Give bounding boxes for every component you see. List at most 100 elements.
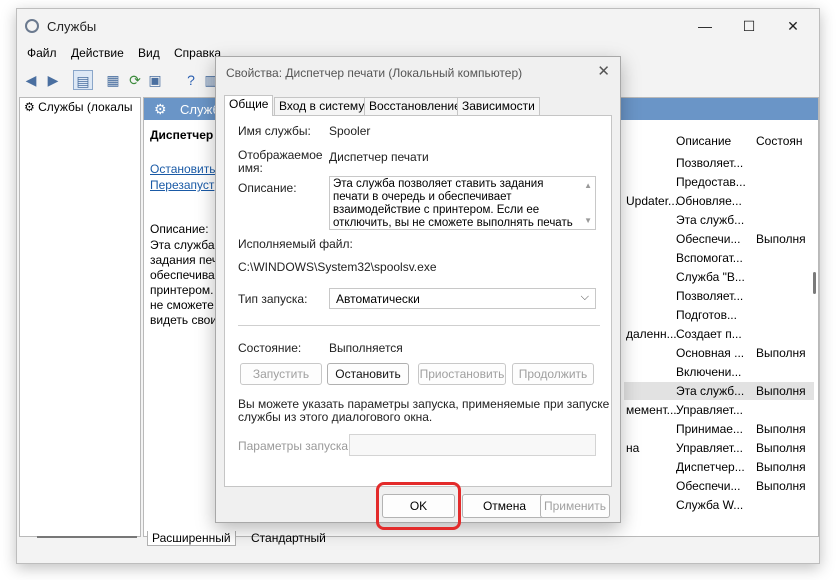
table-row[interactable]: Включени...	[624, 363, 814, 381]
close-button[interactable]: ✕	[771, 9, 815, 43]
tab-general[interactable]: Общие	[224, 95, 274, 116]
cell-description: Эта служб...	[676, 384, 745, 398]
back-icon[interactable]: ◀	[21, 70, 41, 90]
minimize-button[interactable]: —	[683, 9, 727, 43]
tab-recovery[interactable]: Восстановление	[364, 97, 466, 116]
tab-standard[interactable]: Стандартный	[247, 531, 330, 545]
cell-description: Обновляе...	[676, 194, 742, 208]
cell-name: Updater...	[626, 194, 679, 208]
help-icon[interactable]: ?	[181, 70, 201, 90]
table-row[interactable]: Updater... Обновляе...	[624, 192, 814, 210]
pause-button[interactable]: Приостановить	[418, 363, 506, 385]
refresh-icon[interactable]: ⟳	[125, 70, 145, 90]
scroll-up-icon[interactable]: ▲	[584, 179, 592, 192]
cell-description: Служба W...	[676, 498, 744, 512]
cell-description: Управляет...	[676, 441, 743, 455]
table-row[interactable]: Обеспечи... Выполня	[624, 230, 814, 248]
startup-params-hint-cont: службы из этого диалогового окна.	[238, 410, 433, 424]
description-textbox[interactable]: Эта служба позволяет ставить задания печ…	[329, 176, 596, 230]
table-row[interactable]: Эта служб...	[624, 211, 814, 229]
tab-logon[interactable]: Вход в систему	[274, 97, 370, 116]
dialog-description-label: Описание:	[238, 181, 297, 195]
display-name-value: Диспетчер печати	[329, 150, 429, 164]
close-icon[interactable]: ✕	[597, 62, 610, 80]
table-row[interactable]: Принимае... Выполня	[624, 420, 814, 438]
cancel-button[interactable]: Отмена	[462, 494, 547, 518]
table-row[interactable]: Подготов...	[624, 306, 814, 324]
vertical-scrollbar[interactable]	[813, 272, 816, 294]
apply-button[interactable]: Применить	[540, 494, 610, 518]
menu-action[interactable]: Действие	[71, 46, 124, 60]
table-row[interactable]: Вспомогат...	[624, 249, 814, 267]
table-row[interactable]: Позволяет...	[624, 287, 814, 305]
table-row[interactable]: Позволяет...	[624, 154, 814, 172]
description-text: Эта служба позволяет ставить задания печ…	[333, 178, 573, 229]
cell-name: на	[626, 441, 640, 455]
startup-params-hint: Вы можете указать параметры запуска, при…	[238, 397, 610, 411]
cell-status: Выполня	[756, 479, 806, 493]
exec-file-label: Исполняемый файл:	[238, 237, 353, 251]
exec-file-path: C:\WINDOWS\System32\spoolsv.exe	[238, 260, 437, 274]
start-button[interactable]: Запустить	[240, 363, 322, 385]
startup-params-input[interactable]	[349, 434, 596, 456]
cell-description: Позволяет...	[676, 289, 744, 303]
table-row[interactable]: Обеспечи... Выполня	[624, 477, 814, 495]
table-row[interactable]: Предостав...	[624, 173, 814, 191]
table-row[interactable]: Служба W...	[624, 496, 814, 514]
cell-description: Основная ...	[676, 346, 745, 360]
description-line: обеспечивае	[150, 268, 222, 282]
startup-type-label: Тип запуска:	[238, 292, 308, 306]
resume-button[interactable]: Продолжить	[512, 363, 594, 385]
cell-description: Эта служб...	[676, 213, 745, 227]
console-tree: ⚙ Службы (локалы	[19, 97, 141, 537]
state-label: Состояние:	[238, 341, 302, 355]
divider	[238, 325, 600, 326]
stop-service-link[interactable]: Остановить	[150, 162, 216, 176]
service-display-name: Диспетчер п	[150, 128, 224, 142]
startup-params-label: Параметры запуска:	[238, 439, 352, 453]
tab-dependencies[interactable]: Зависимости	[457, 97, 540, 116]
ok-button[interactable]: OK	[382, 494, 455, 518]
startup-type-select[interactable]: Автоматически ⌵	[329, 288, 596, 309]
table-row[interactable]: Служба "В...	[624, 268, 814, 286]
title-bar: Службы — ☐ ✕	[17, 9, 819, 43]
forward-icon[interactable]: ▶	[43, 70, 63, 90]
startup-type-value: Автоматически	[336, 292, 420, 306]
description-label: Описание:	[150, 222, 209, 236]
maximize-button[interactable]: ☐	[727, 9, 771, 43]
scroll-down-icon[interactable]: ▼	[584, 214, 592, 227]
tab-extended[interactable]: Расширенный	[147, 531, 236, 546]
cell-description: Включени...	[676, 365, 742, 379]
cell-status: Выполня	[756, 441, 806, 455]
menu-view[interactable]: Вид	[138, 46, 160, 60]
cell-description: Вспомогат...	[676, 251, 743, 265]
column-header-status[interactable]: Состоян	[756, 134, 803, 148]
horizontal-scrollbar[interactable]	[37, 536, 137, 538]
export-icon[interactable]: ▣	[145, 70, 165, 90]
description-line: не сможете	[150, 298, 214, 312]
stop-button[interactable]: Остановить	[327, 363, 409, 385]
column-header-description[interactable]: Описание	[676, 134, 731, 148]
cell-description: Управляет...	[676, 403, 743, 417]
cell-description: Принимае...	[676, 422, 743, 436]
cell-description: Позволяет...	[676, 156, 744, 170]
services-gear-icon: ⚙	[154, 101, 167, 117]
tree-node-services[interactable]: ⚙ Службы (локалы	[24, 100, 133, 114]
cell-name: мемент...	[626, 403, 677, 417]
table-row[interactable]: Диспетчер... Выполня	[624, 458, 814, 476]
table-row[interactable]: Основная ... Выполня	[624, 344, 814, 362]
cell-description: Предостав...	[676, 175, 746, 189]
properties-icon[interactable]: ▦	[103, 70, 123, 90]
table-row[interactable]: даленн... Создает п...	[624, 325, 814, 343]
table-row[interactable]: Эта служб... Выполня	[624, 382, 814, 400]
menu-file[interactable]: Файл	[27, 46, 57, 60]
display-name-label: Отображаемое	[238, 148, 323, 162]
description-line: видеть свои	[150, 313, 218, 327]
chevron-down-icon: ⌵	[580, 291, 589, 303]
state-value: Выполняется	[329, 341, 403, 355]
table-row[interactable]: мемент... Управляет...	[624, 401, 814, 419]
console-tree-icon[interactable]: ▤	[73, 70, 93, 90]
cell-status: Выполня	[756, 346, 806, 360]
restart-service-link[interactable]: Перезапуст	[150, 178, 214, 192]
table-row[interactable]: на Управляет... Выполня	[624, 439, 814, 457]
